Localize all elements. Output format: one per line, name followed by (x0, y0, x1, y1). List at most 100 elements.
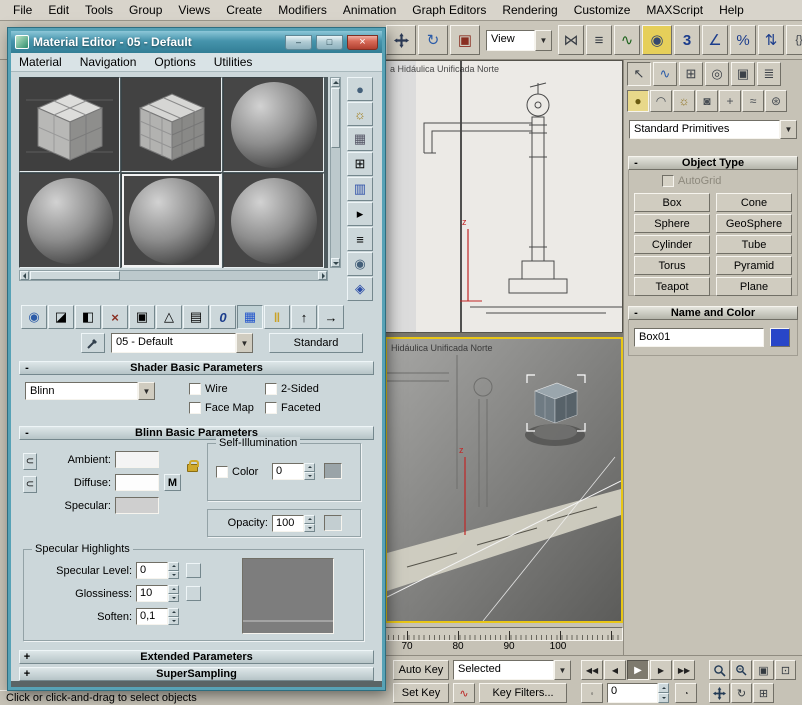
go-forward-to-sibling-button[interactable]: → (318, 305, 344, 329)
scroll-thumb[interactable] (30, 271, 120, 280)
dropdown-arrow-icon[interactable]: ▼ (554, 660, 571, 680)
category-lights[interactable]: ☼ (673, 90, 695, 112)
key-mode-toggle-button[interactable]: ◦ (581, 683, 603, 703)
lock-diffuse-specular-button[interactable]: ⊂ (23, 476, 37, 493)
specular-level-map-slot[interactable] (186, 563, 201, 578)
category-geometry[interactable]: ● (627, 90, 649, 112)
sample-slot-1[interactable] (19, 77, 120, 172)
glossiness-value[interactable]: 10 (136, 585, 168, 602)
self-illum-map-slot[interactable] (324, 463, 342, 479)
spinner-snap-button[interactable]: ⇅ (758, 25, 784, 55)
soften-value[interactable]: 0,1 (136, 608, 168, 625)
mirror-button[interactable]: ⋈ (558, 25, 584, 55)
menu-tools[interactable]: Tools (78, 1, 120, 19)
rollout-name-and-color[interactable]: - Name and Color (628, 306, 798, 320)
material-map-navigator-button[interactable]: ◈ (347, 277, 373, 301)
spinner-up-icon[interactable] (168, 608, 179, 617)
menu-customize[interactable]: Customize (567, 1, 638, 19)
dropdown-arrow-icon[interactable]: ▼ (138, 382, 155, 400)
get-material-button[interactable]: ◉ (21, 305, 47, 329)
menu-utilities[interactable]: Utilities (214, 55, 253, 69)
menu-modifiers[interactable]: Modifiers (271, 1, 334, 19)
spinner-up-icon[interactable] (304, 515, 315, 524)
spinner-down-icon[interactable] (658, 693, 669, 703)
maximize-viewport-toggle-button[interactable]: ⊞ (753, 683, 774, 703)
specular-color-swatch[interactable] (115, 497, 159, 514)
two-sided-checkbox[interactable]: 2-Sided (265, 383, 319, 395)
sample-slot-6[interactable] (223, 173, 324, 268)
backlight-button[interactable]: ☼ (347, 102, 373, 126)
named-selection-sets-button[interactable]: {} (786, 25, 802, 55)
object-color-swatch[interactable] (770, 328, 790, 347)
select-and-rotate-button[interactable]: ↻ (418, 25, 448, 55)
button-cylinder[interactable]: Cylinder (634, 235, 710, 254)
disc-object[interactable] (525, 424, 585, 446)
button-tube[interactable]: Tube (716, 235, 792, 254)
category-shapes[interactable]: ◠ (650, 90, 672, 112)
slot-horizontal-scrollbar[interactable] (19, 270, 328, 281)
close-button[interactable]: × (347, 35, 378, 50)
rollout-extended-parameters[interactable]: + Extended Parameters (19, 650, 374, 664)
key-filters-button[interactable]: Key Filters... (479, 683, 567, 703)
go-to-parent-button[interactable]: ↑ (291, 305, 317, 329)
put-to-library-button[interactable]: ▤ (183, 305, 209, 329)
play-button[interactable]: ▶ (627, 660, 649, 680)
spinner-down-icon[interactable] (168, 571, 179, 580)
face-map-checkbox[interactable]: Face Map (189, 402, 254, 414)
glossiness-map-slot[interactable] (186, 586, 201, 601)
set-key-button[interactable]: Set Key (393, 683, 449, 703)
spinner-arrows[interactable] (304, 515, 315, 532)
new-key-tangent-button[interactable]: ∿ (453, 683, 475, 703)
scroll-left-icon[interactable] (20, 271, 29, 280)
spinner-down-icon[interactable] (168, 594, 179, 603)
spinner-arrows[interactable] (168, 608, 179, 625)
button-cone[interactable]: Cone (716, 193, 792, 212)
select-and-move-button[interactable] (386, 25, 416, 55)
zoom-all-button[interactable] (731, 660, 752, 680)
menu-animation[interactable]: Animation (336, 1, 403, 19)
tab-motion[interactable]: ◎ (705, 62, 729, 86)
zoom-extents-button[interactable]: ▣ (753, 660, 774, 680)
pick-material-from-object-button[interactable] (81, 333, 105, 353)
minimize-button[interactable]: – (285, 35, 312, 50)
faceted-checkbox[interactable]: Faceted (265, 402, 321, 414)
go-to-start-button[interactable]: ◀◀ (581, 660, 603, 680)
opacity-value[interactable]: 100 (272, 515, 304, 532)
material-editor-button[interactable]: ◉ (642, 25, 672, 55)
lock-ambient-diffuse-button[interactable]: ⊂ (23, 453, 37, 470)
button-geosphere[interactable]: GeoSphere (716, 214, 792, 233)
reference-coordinate-system-dropdown[interactable]: View ▼ (486, 30, 552, 51)
button-plane[interactable]: Plane (716, 277, 792, 296)
sample-type-button[interactable]: ● (347, 77, 373, 101)
viewport-perspective-canvas[interactable]: Hidáulica Unificada Norte (387, 339, 621, 621)
tab-utilities[interactable]: ≣ (757, 62, 781, 86)
dropdown-arrow-icon[interactable]: ▼ (780, 120, 797, 139)
material-id-channel-button[interactable]: 0 (210, 305, 236, 329)
spinner-down-icon[interactable] (304, 524, 315, 533)
rollout-object-type[interactable]: - Object Type (628, 156, 798, 170)
category-systems[interactable]: ⊛ (765, 90, 787, 112)
spinner-up-icon[interactable] (168, 585, 179, 594)
soften-spinner[interactable]: 0,1 (136, 608, 179, 625)
time-configuration-button[interactable]: ◔ (675, 683, 697, 703)
sample-uv-tiling-button[interactable]: ⊞ (347, 152, 373, 176)
video-color-check-button[interactable]: ▥ (347, 177, 373, 201)
make-material-copy-button[interactable]: ▣ (129, 305, 155, 329)
maximize-button[interactable]: □ (316, 35, 343, 50)
primitive-category-dropdown[interactable]: Standard Primitives ▼ (629, 120, 797, 139)
menu-edit[interactable]: Edit (41, 1, 76, 19)
dropdown-arrow-icon[interactable]: ▼ (236, 333, 253, 353)
menu-graph-editors[interactable]: Graph Editors (405, 1, 493, 19)
spinner-arrows[interactable] (304, 463, 315, 480)
select-and-scale-button[interactable]: ▣ (450, 25, 480, 55)
object-name-input[interactable]: Box01 (634, 328, 764, 347)
spinner-up-icon[interactable] (168, 562, 179, 571)
material-type-button[interactable]: Standard (269, 333, 363, 353)
menu-maxscript[interactable]: MAXScript (639, 1, 710, 19)
spinner-down-icon[interactable] (304, 472, 315, 481)
self-illum-color-checkbox[interactable]: Color (216, 466, 258, 478)
angle-snap-button[interactable]: ∠ (702, 25, 728, 55)
background-button[interactable]: ▦ (347, 127, 373, 151)
self-illum-spinner[interactable]: 0 (272, 463, 315, 480)
shader-dropdown[interactable]: Blinn ▼ (25, 382, 155, 400)
